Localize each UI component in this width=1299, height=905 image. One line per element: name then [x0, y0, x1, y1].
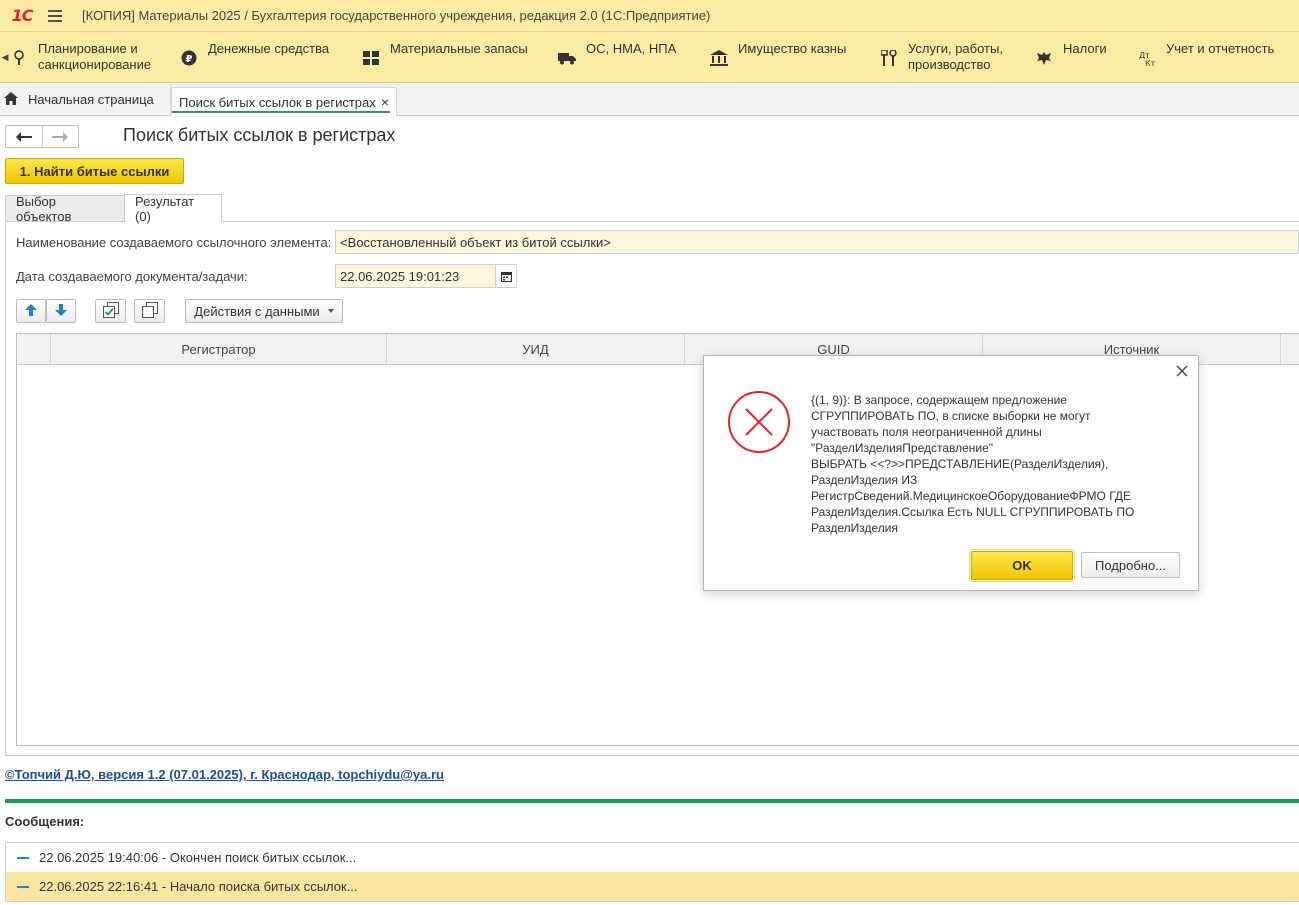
bank-icon: [708, 49, 730, 67]
section-taxes[interactable]: Налоги: [1033, 41, 1107, 67]
calendar-icon[interactable]: [495, 264, 517, 288]
column-marker: [17, 334, 51, 364]
window-title: [КОПИЯ] Материалы 2025 / Бухгалтерия гос…: [82, 8, 711, 23]
debit-credit-icon: Дт Кт: [1136, 49, 1158, 67]
section-money[interactable]: ₽ Денежные средства: [178, 41, 329, 67]
info-dash-icon: [17, 856, 29, 859]
app-logo[interactable]: 1С: [4, 0, 40, 32]
tab-home[interactable]: Начальная страница: [0, 84, 171, 115]
tab-broken-links[interactable]: Поиск битых ссылок в регистрах ×: [171, 87, 397, 116]
name-label: Наименование создаваемого ссылочного эле…: [16, 235, 332, 250]
check-all-icon: [102, 301, 119, 321]
column-registrar[interactable]: Регистратор: [51, 334, 387, 364]
section-materials[interactable]: Материальные запасы: [360, 41, 528, 67]
uncheck-all-button[interactable]: [134, 299, 165, 323]
arrow-up-icon: [25, 303, 37, 319]
chevron-down-icon: [327, 309, 334, 313]
page-title: Поиск битых ссылок в регистрах: [123, 125, 396, 145]
section-treasury[interactable]: Имущество казны: [708, 41, 846, 67]
truck-icon: [556, 49, 578, 67]
svg-text:₽: ₽: [186, 54, 193, 65]
column-uid[interactable]: УИД: [387, 334, 685, 364]
section-reporting[interactable]: Дт Кт Учет и отчетность: [1136, 41, 1274, 67]
tools-icon: [878, 49, 900, 67]
list-item[interactable]: 22.06.2025 22:16:41 - Начало поиска биты…: [6, 872, 1299, 901]
tab-select-objects[interactable]: Выбор объектов: [5, 194, 125, 224]
open-tabs-bar: Начальная страница Поиск битых ссылок в …: [0, 84, 1299, 116]
author-link[interactable]: ©Топчий Д.Ю, версия 1.2 (07.01.2025), г.…: [5, 767, 444, 782]
messages-list: 22.06.2025 19:40:06 - Окончен поиск биты…: [5, 842, 1299, 902]
uncheck-all-icon: [141, 301, 158, 321]
data-actions-button[interactable]: Действия с данными: [185, 299, 343, 323]
planning-icon: [12, 49, 26, 67]
home-icon: [4, 91, 18, 108]
section-planning[interactable]: Планирование и санкционирование: [12, 41, 151, 73]
name-input[interactable]: <Восстановленный объект из битой ссылки>: [335, 230, 1299, 254]
history-nav: [5, 125, 79, 148]
svg-text:Кт: Кт: [1145, 59, 1155, 66]
messages-title: Сообщения:: [5, 814, 85, 829]
divider: [5, 799, 1299, 803]
close-icon[interactable]: [1175, 364, 1189, 378]
find-broken-links-button[interactable]: 1. Найти битые ссылки: [5, 158, 184, 184]
check-all-button[interactable]: [95, 299, 126, 323]
eagle-icon: [1033, 49, 1055, 67]
tab-result[interactable]: Результат (0): [124, 194, 222, 224]
details-button[interactable]: Подробно...: [1081, 552, 1180, 578]
arrow-down-icon: [55, 303, 67, 319]
sections-panel: ◀ Планирование и санкционирование ₽ Денеж…: [0, 32, 1299, 83]
ok-button[interactable]: OK: [969, 549, 1075, 582]
ruble-icon: ₽: [178, 49, 200, 67]
menu-icon[interactable]: [40, 0, 70, 32]
move-down-button[interactable]: [46, 299, 76, 323]
title-bar: 1С [КОПИЯ] Материалы 2025 / Бухгалтерия …: [0, 0, 1299, 32]
back-arrow-icon[interactable]: [6, 126, 43, 147]
error-dialog: {(1, 9)}: В запросе, содержащем предложе…: [703, 355, 1199, 591]
date-label: Дата создаваемого документа/задачи:: [16, 269, 248, 284]
forward-arrow-icon[interactable]: [43, 126, 79, 147]
close-tab-icon[interactable]: ×: [381, 94, 389, 110]
section-fixed-assets[interactable]: ОС, НМА, НПА: [556, 41, 676, 67]
error-message: {(1, 9)}: В запросе, содержащем предложе…: [811, 393, 1135, 535]
date-input[interactable]: 22.06.2025 19:01:23: [335, 264, 496, 288]
move-up-button[interactable]: [16, 299, 46, 323]
info-dash-icon: [17, 885, 29, 888]
sections-scroll-left-icon[interactable]: ◀: [0, 32, 10, 82]
grid-icon: [360, 49, 382, 67]
list-item[interactable]: 22.06.2025 19:40:06 - Окончен поиск биты…: [6, 843, 1299, 872]
section-services[interactable]: Услуги, работы, производство: [878, 41, 1003, 73]
error-icon: [727, 390, 791, 454]
